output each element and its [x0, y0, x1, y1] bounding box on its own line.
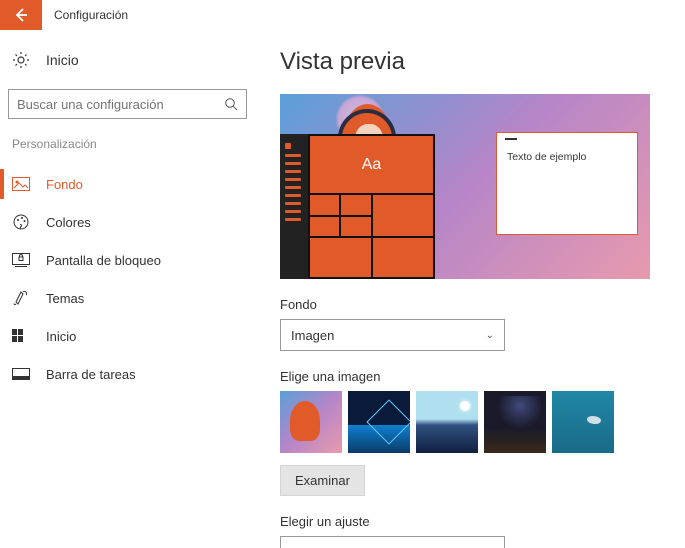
search-icon	[224, 97, 238, 111]
desktop-preview: Aa Texto de ejemplo	[280, 94, 650, 279]
lockscreen-icon	[12, 251, 30, 269]
preview-tile-aa: Aa	[310, 136, 433, 193]
taskbar-icon	[12, 365, 30, 383]
choose-picture-label: Elige una imagen	[280, 369, 655, 384]
background-label: Fondo	[280, 297, 655, 312]
nav-label: Colores	[46, 215, 91, 230]
sidebar: Inicio Personalización Fondo Colores Pan…	[0, 30, 255, 548]
picture-thumb[interactable]	[280, 391, 342, 453]
search-box[interactable]	[8, 89, 247, 119]
home-button[interactable]: Inicio	[8, 45, 247, 75]
nav-label: Fondo	[46, 177, 83, 192]
preview-sample-window: Texto de ejemplo	[496, 132, 638, 235]
search-input[interactable]	[17, 97, 224, 112]
back-arrow-icon	[13, 7, 29, 23]
background-select[interactable]: Imagen ⌄	[280, 319, 505, 351]
nav-label: Barra de tareas	[46, 367, 136, 382]
picture-thumb[interactable]	[416, 391, 478, 453]
picture-thumb[interactable]	[348, 391, 410, 453]
main-content: Vista previa Aa Texto de ejemplo Fondo	[255, 30, 685, 548]
fit-select-value: Centro	[291, 545, 330, 548]
picture-thumb[interactable]	[552, 391, 614, 453]
nav-label: Temas	[46, 291, 84, 306]
browse-button[interactable]: Examinar	[280, 465, 365, 496]
preview-heading: Vista previa	[280, 48, 655, 76]
background-select-value: Imagen	[291, 328, 334, 343]
sample-text: Texto de ejemplo	[507, 151, 627, 163]
nav-item-colors[interactable]: Colores	[8, 203, 247, 241]
palette-icon	[12, 213, 30, 231]
picture-thumb[interactable]	[484, 391, 546, 453]
nav-item-background[interactable]: Fondo	[8, 165, 247, 203]
app-title: Configuración	[54, 8, 128, 22]
nav-label: Pantalla de bloqueo	[46, 253, 161, 268]
nav-label: Inicio	[46, 329, 76, 344]
preview-start-menu: Aa	[280, 134, 435, 279]
picture-icon	[12, 175, 30, 193]
chevron-down-icon: ⌄	[486, 330, 494, 341]
home-label: Inicio	[46, 52, 79, 68]
gear-icon	[12, 51, 30, 69]
nav-item-themes[interactable]: Temas	[8, 279, 247, 317]
start-icon	[12, 327, 30, 345]
picture-thumbnails	[280, 391, 655, 453]
fit-select[interactable]: Centro ⌄	[280, 536, 505, 548]
back-button[interactable]	[0, 0, 42, 30]
nav-item-start[interactable]: Inicio	[8, 317, 247, 355]
section-title: Personalización	[8, 137, 247, 165]
fit-label: Elegir un ajuste	[280, 514, 655, 529]
title-bar: Configuración	[0, 0, 685, 30]
theme-icon	[12, 289, 30, 307]
nav-item-taskbar[interactable]: Barra de tareas	[8, 355, 247, 393]
nav-item-lockscreen[interactable]: Pantalla de bloqueo	[8, 241, 247, 279]
